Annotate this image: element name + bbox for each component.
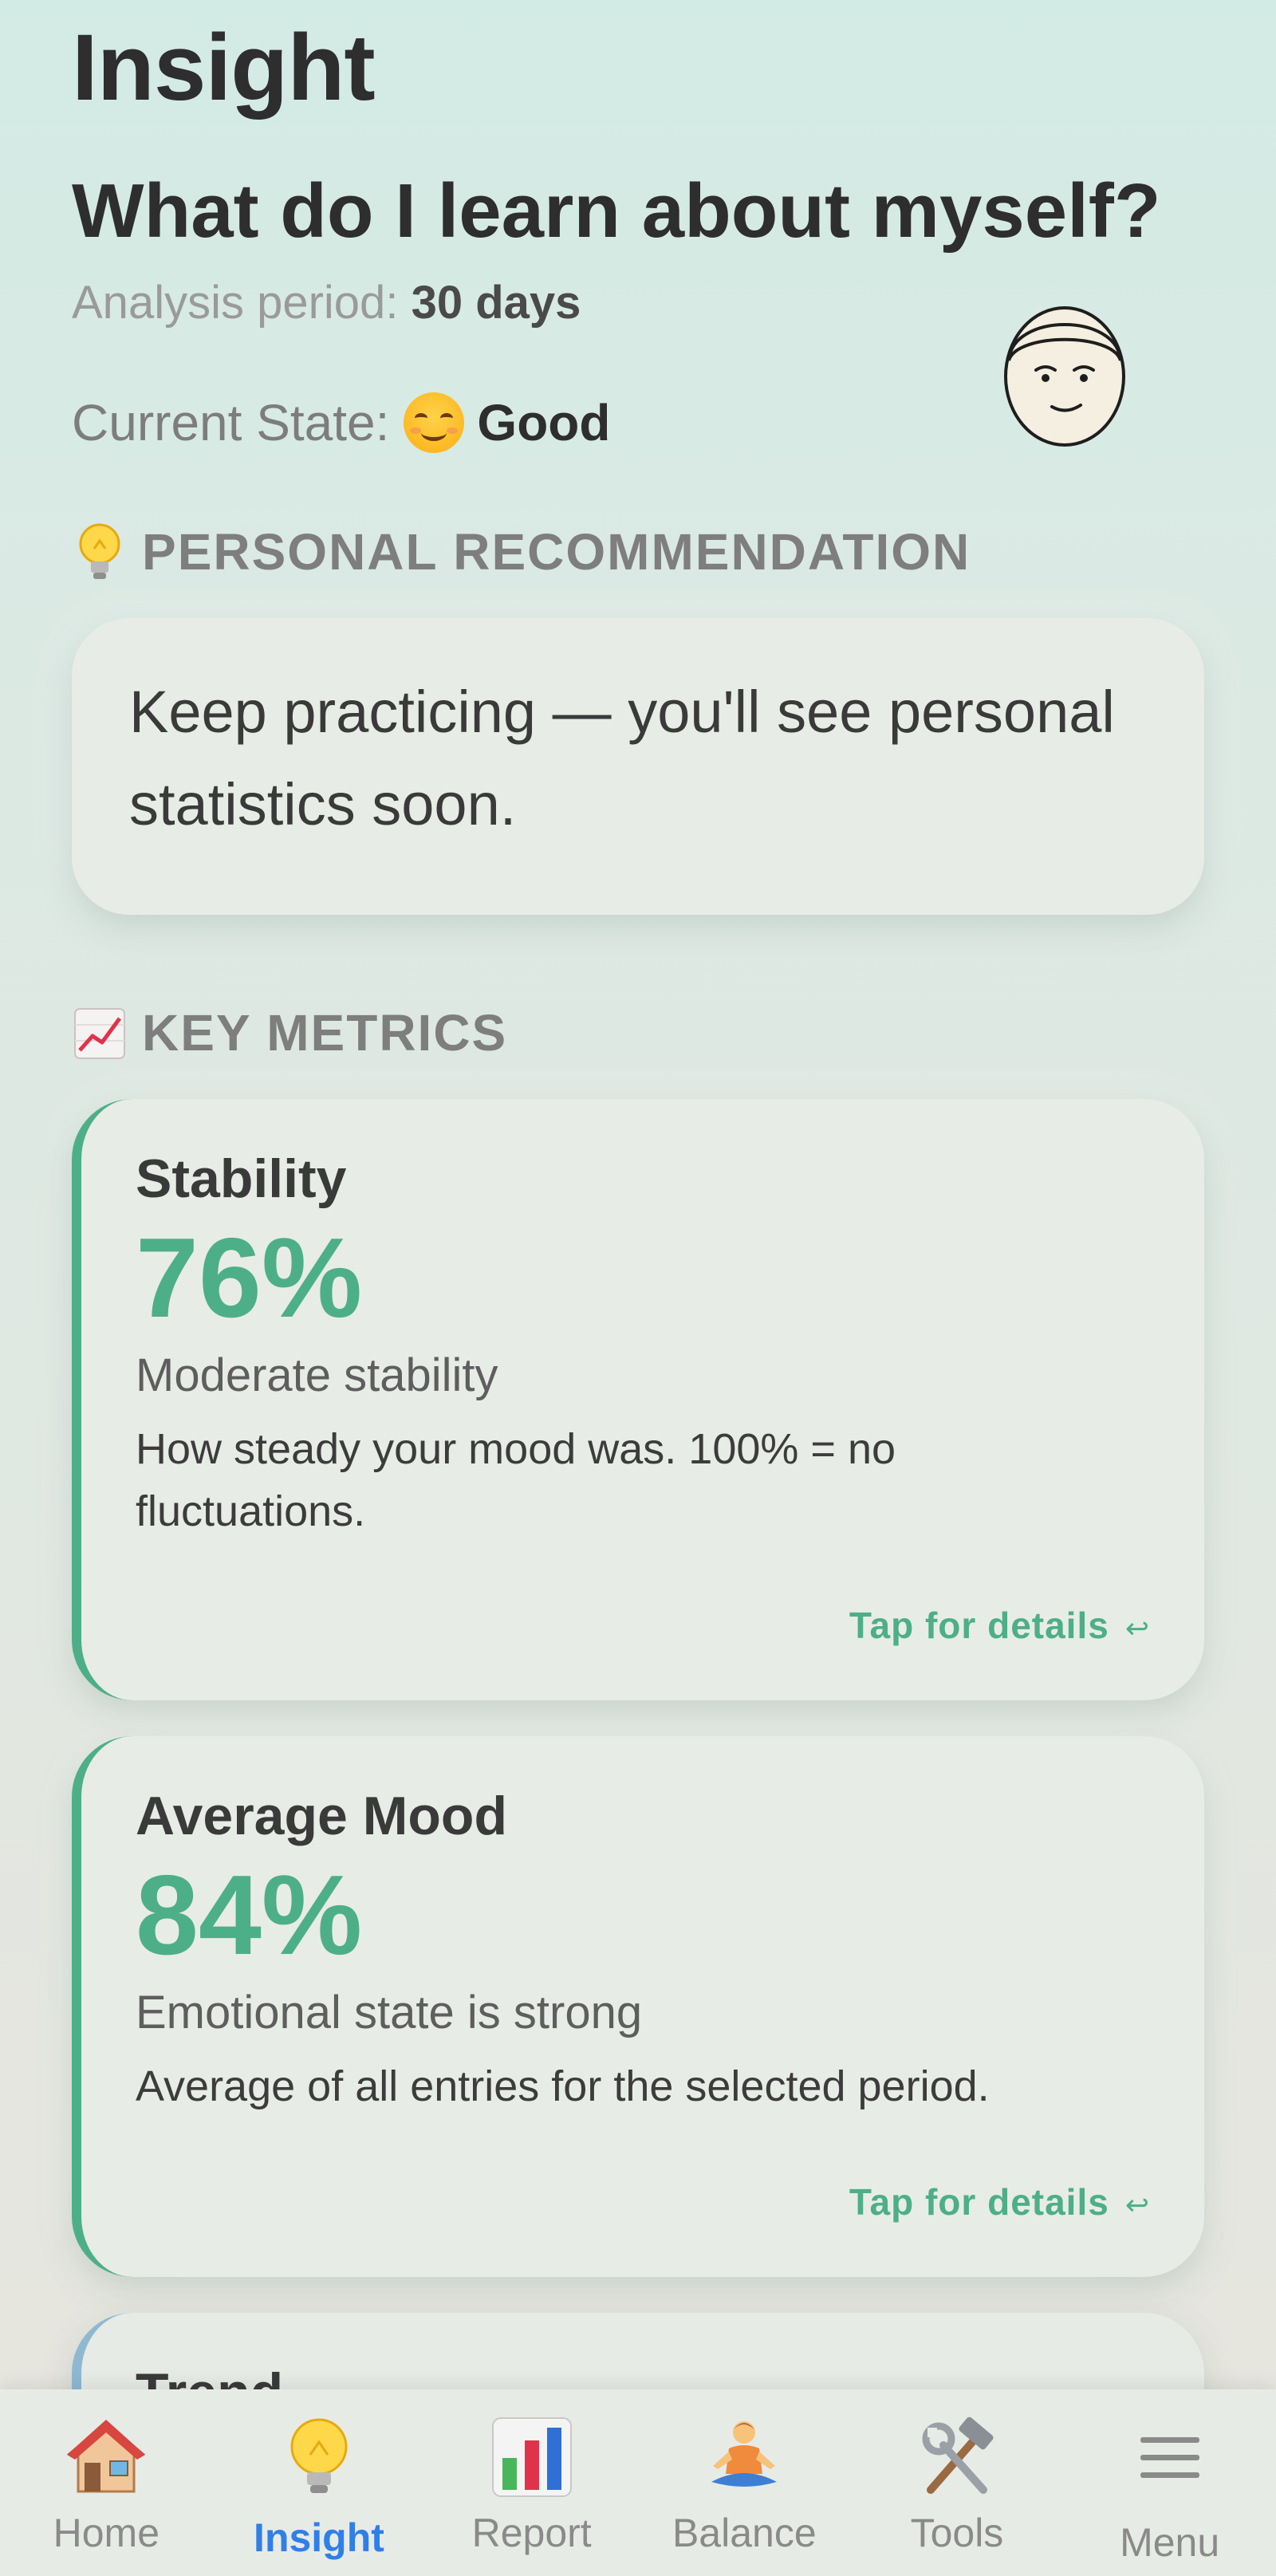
recommendation-text: Keep practicing — you'll see personal st…: [129, 679, 1115, 837]
nav-label: Report: [471, 2511, 592, 2555]
analysis-period-value: 30 days: [411, 277, 581, 329]
house-icon: [67, 2420, 146, 2493]
metric-description: How steady your mood was. 100% = no fluc…: [136, 1425, 896, 1535]
metric-subtitle: Emotional state is strong: [136, 1987, 643, 2038]
return-arrow-icon: ↩: [1124, 1612, 1150, 1644]
metric-title: Average Mood: [136, 1786, 508, 1846]
metric-title: Stability: [136, 1148, 347, 1209]
nav-label: Insight: [254, 2515, 384, 2560]
page-question: What do I learn about myself?: [72, 168, 1161, 254]
nav-label: Tools: [910, 2511, 1004, 2555]
face-avatar-icon: [1004, 306, 1125, 447]
page-title: Insight: [72, 15, 376, 120]
current-state-value: Good: [477, 394, 611, 451]
nav-label: Balance: [671, 2511, 817, 2555]
nav-label: Home: [53, 2511, 160, 2555]
tap-for-details-link[interactable]: Tap for details ↩: [849, 2178, 1150, 2229]
bar-chart-icon: [491, 2417, 572, 2497]
nav-item-home[interactable]: Home: [2, 2389, 210, 2576]
recommendation-heading-label: PERSONAL RECOMMENDATION: [142, 523, 971, 581]
return-arrow-icon: ↩: [1124, 2188, 1150, 2221]
metric-card-stability[interactable]: Stability 76% Moderate stability How ste…: [72, 1099, 1204, 1700]
nav-item-tools[interactable]: Tools: [853, 2389, 1061, 2576]
metrics-heading: KEY METRICS: [72, 1001, 507, 1065]
recommendation-card: Keep practicing — you'll see personal st…: [72, 618, 1204, 915]
metrics-heading-label: KEY METRICS: [142, 1004, 508, 1062]
nav-item-report[interactable]: Report: [428, 2389, 636, 2576]
tap-for-details-label: Tap for details: [849, 2181, 1109, 2223]
nav-item-insight[interactable]: Insight: [215, 2389, 423, 2576]
bottom-navigation: Home Insight Report Balance Tools Menu: [0, 2389, 1276, 2576]
tap-for-details-label: Tap for details: [849, 1605, 1109, 1646]
chart-increasing-icon: [74, 1008, 125, 1059]
hamburger-menu-icon: [1140, 2437, 1199, 2478]
nav-item-menu[interactable]: Menu: [1066, 2389, 1274, 2576]
metric-card-average-mood[interactable]: Average Mood 84% Emotional state is stro…: [72, 1736, 1204, 2277]
nav-item-balance[interactable]: Balance: [640, 2389, 848, 2576]
meditation-icon: [711, 2421, 778, 2487]
metric-description: Average of all entries for the selected …: [136, 2062, 990, 2110]
analysis-period: Analysis period: 30 days: [72, 271, 581, 335]
metric-value: 76%: [136, 1215, 363, 1341]
lightbulb-icon: [290, 2418, 348, 2493]
lightbulb-icon: [79, 523, 120, 579]
insight-screen: Insight What do I learn about myself? An…: [0, 0, 1276, 2576]
hammer-wrench-icon: [922, 2416, 994, 2494]
current-state-label: Current State:: [72, 394, 390, 451]
recommendation-heading: PERSONAL RECOMMENDATION: [72, 520, 971, 584]
tap-for-details-link[interactable]: Tap for details ↩: [849, 1601, 1150, 1652]
current-state: Current State: Good: [72, 387, 610, 459]
nav-label: Menu: [1120, 2520, 1220, 2565]
metric-subtitle: Moderate stability: [136, 1349, 498, 1401]
analysis-period-label: Analysis period:: [72, 277, 399, 329]
smiling-face-icon: [404, 392, 465, 453]
metric-value: 84%: [136, 1852, 363, 1979]
